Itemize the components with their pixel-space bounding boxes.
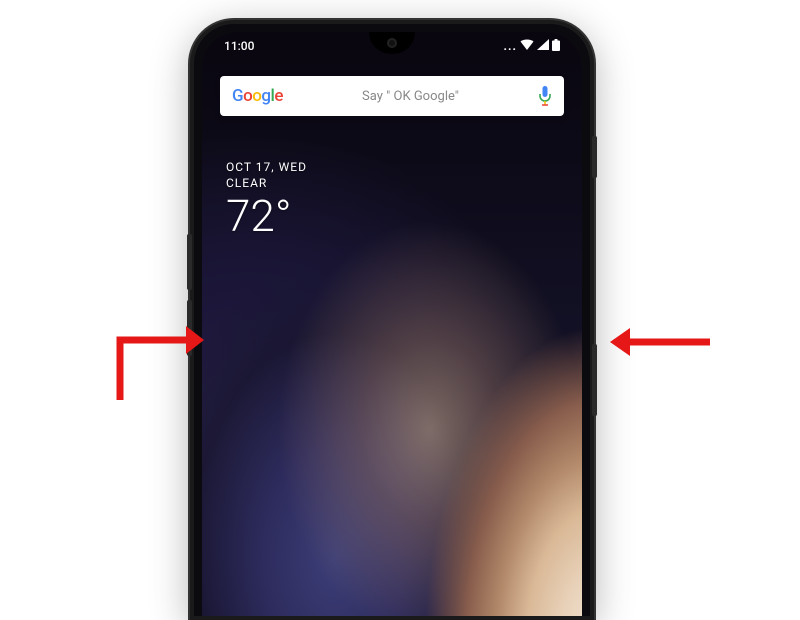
left-instruction-arrow (114, 296, 204, 406)
weather-condition: CLEAR (226, 176, 307, 190)
power-button (592, 344, 597, 416)
google-search-bar[interactable]: Google Say " OK Google" (220, 76, 564, 116)
weather-widget[interactable]: OCT 17, WED CLEAR 72° (226, 160, 307, 238)
google-logo: Google (232, 86, 283, 106)
mic-icon[interactable] (538, 86, 552, 106)
alert-slider (592, 136, 597, 178)
battery-icon (552, 39, 560, 54)
wifi-icon (520, 39, 534, 53)
weather-date: OCT 17, WED (226, 160, 307, 174)
cell-signal-icon (537, 39, 549, 53)
wallpaper (202, 32, 582, 616)
weather-temperature: 72° (226, 194, 307, 238)
phone-screen: 11:00 ... Google Say " OK Google" (202, 32, 582, 616)
volume-up-button (187, 234, 192, 290)
status-icons: ... (504, 39, 560, 54)
right-instruction-arrow (610, 322, 710, 362)
status-time: 11:00 (224, 39, 254, 53)
search-placeholder: Say " OK Google" (283, 89, 538, 104)
more-icon: ... (504, 39, 517, 53)
phone-frame: 11:00 ... Google Say " OK Google" (190, 20, 594, 620)
